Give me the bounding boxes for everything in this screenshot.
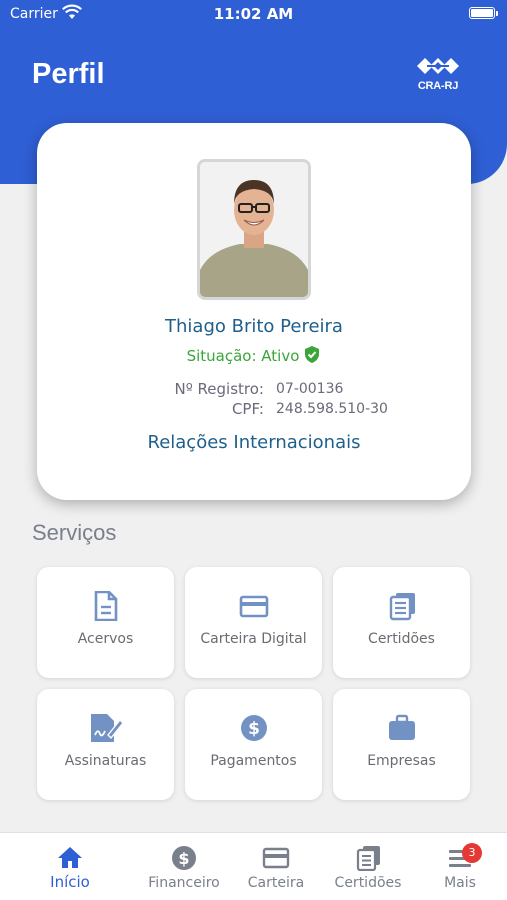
status-bar: Carrier 11:02 AM [0, 0, 507, 28]
svg-text:$: $ [178, 849, 189, 868]
document-icon [94, 590, 117, 622]
card-icon [239, 595, 268, 618]
tab-bar: Início $ Financeiro Carteira Certidões 3… [0, 832, 507, 900]
service-assinaturas[interactable]: Assinaturas [37, 689, 174, 800]
service-label: Assinaturas [64, 753, 147, 769]
tab-label: Mais [444, 875, 476, 891]
home-icon [58, 847, 82, 868]
dollar-icon: $ [172, 846, 196, 870]
status-situacao: Situação: Ativo [37, 345, 471, 368]
person-name: Thiago Brito Pereira [165, 316, 343, 337]
dollar-icon: $ [240, 715, 267, 741]
tab-certidoes[interactable]: Certidões [323, 833, 413, 900]
cpf-value: 248.598.510-30 [276, 401, 388, 417]
logo-text: CRA-RJ [417, 80, 459, 92]
certificates-icon [389, 593, 415, 621]
tab-inicio[interactable]: Início [25, 833, 115, 900]
card-icon [262, 847, 290, 869]
profile-photo [197, 159, 311, 300]
status-time: 11:02 AM [213, 5, 294, 23]
service-label: Certidões [368, 631, 435, 647]
svg-text:$: $ [248, 719, 260, 739]
tab-label: Financeiro [148, 875, 220, 891]
tab-financeiro[interactable]: $ Financeiro [139, 833, 229, 900]
services-title: Serviços [32, 520, 117, 545]
cra-rj-logo: CRA-RJ [410, 56, 466, 96]
tab-label: Carteira [247, 875, 305, 891]
cpf-label: CPF: [231, 400, 264, 418]
tab-mais[interactable]: 3 Mais [415, 833, 505, 900]
service-empresas[interactable]: Empresas [333, 689, 470, 800]
service-label: Carteira Digital [200, 631, 307, 647]
tab-label: Certidões [334, 875, 402, 891]
shield-check-icon [303, 345, 321, 368]
notification-badge: 3 [462, 843, 482, 863]
service-carteira-digital[interactable]: Carteira Digital [185, 567, 322, 678]
service-label: Pagamentos [210, 753, 297, 769]
signature-icon [90, 714, 124, 742]
certificates-icon [356, 846, 380, 872]
logo-emblem-icon [417, 58, 459, 74]
registro-label: Nº Registro: [174, 380, 265, 398]
service-label: Acervos [77, 631, 134, 647]
service-acervos[interactable]: Acervos [37, 567, 174, 678]
tab-label: Início [50, 873, 90, 891]
tab-carteira[interactable]: Carteira [231, 833, 321, 900]
service-pagamentos[interactable]: $ Pagamentos [185, 689, 322, 800]
battery-tip [496, 11, 498, 16]
briefcase-icon [388, 714, 415, 740]
service-certidoes[interactable]: Certidões [333, 567, 470, 678]
page-title: Perfil [32, 58, 105, 90]
person-avatar-icon [200, 162, 308, 297]
situacao-label: Situação: Ativo [186, 347, 300, 365]
relacoes-internacionais-link[interactable]: Relações Internacionais [37, 432, 471, 453]
registro-value: 07-00136 [276, 381, 344, 397]
battery-icon [469, 7, 495, 19]
profile-card: Thiago Brito Pereira Situação: Ativo Nº … [37, 123, 471, 500]
service-label: Empresas [367, 753, 436, 769]
